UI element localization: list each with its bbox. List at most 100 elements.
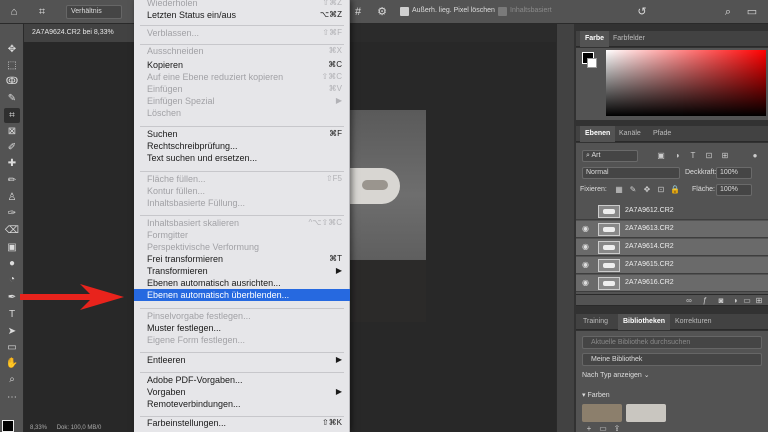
layer-row[interactable]: 2A7A9612.CR2 (576, 203, 768, 220)
ratio-select[interactable]: Verhältnis (66, 5, 122, 19)
new-group-icon[interactable]: ▭ (742, 296, 752, 306)
crop-tool-icon[interactable]: ⌗ (34, 4, 50, 20)
lock-artboard-icon[interactable]: ⊡ (656, 185, 666, 195)
library-folder-icon[interactable]: ▭ (598, 424, 608, 432)
menu-item[interactable]: Rechtschreibprüfung... (134, 140, 350, 152)
hand-tool-icon[interactable]: ✋ (4, 356, 20, 371)
filter-pixel-icon[interactable]: ▣ (656, 151, 666, 161)
delete-cropped-pixels-checkbox[interactable] (400, 7, 409, 16)
menu-item[interactable]: Ebenen automatisch ausrichten... (134, 277, 350, 289)
filter-toggle-icon[interactable]: ● (750, 151, 760, 161)
content-aware-checkbox[interactable] (498, 7, 507, 16)
menu-item[interactable]: Transformieren ▶ (134, 265, 350, 277)
tab-training[interactable]: Training (578, 314, 613, 330)
history-brush-tool-icon[interactable]: ✑ (4, 206, 20, 221)
more-tools-icon[interactable]: ⋯ (4, 390, 20, 405)
menu-item[interactable]: Frei transformieren ⌘T (134, 253, 350, 265)
visibility-eye-icon[interactable]: ◉ (582, 242, 589, 251)
home-icon[interactable]: ⌂ (6, 4, 22, 20)
lock-transparent-icon[interactable]: ▦ (614, 185, 624, 195)
menu-item[interactable]: Entleeren ▶ (134, 354, 350, 366)
foreground-color-swatch[interactable] (2, 420, 14, 432)
color-picker-field[interactable] (606, 50, 766, 116)
library-search-input[interactable]: Aktuelle Bibliothek durchsuchen (582, 336, 762, 349)
layer-row[interactable]: ◉ 2A7A9616.CR2 (576, 275, 768, 292)
menu-item[interactable]: Ebenen automatisch überblenden... (134, 289, 350, 301)
frame-tool-icon[interactable]: ⊠ (4, 124, 20, 139)
search-icon[interactable]: ⌕ (720, 4, 736, 20)
path-select-tool-icon[interactable]: ➤ (4, 324, 20, 339)
library-sort-select[interactable]: Nach Typ anzeigen ⌄ (582, 370, 650, 382)
eyedropper-tool-icon[interactable]: ✐ (4, 140, 20, 155)
filter-shape-icon[interactable]: ⊡ (704, 151, 714, 161)
link-layers-icon[interactable]: ∞ (684, 296, 694, 306)
layer-row[interactable]: ◉ 2A7A9613.CR2 (576, 221, 768, 238)
visibility-eye-icon[interactable]: ◉ (582, 260, 589, 269)
layer-filter-select[interactable]: ⌕ Art (582, 150, 638, 162)
layer-row[interactable]: ◉ 2A7A9614.CR2 (576, 239, 768, 256)
move-tool-icon[interactable]: ✥ (4, 42, 20, 57)
blur-tool-icon[interactable]: ● (4, 256, 20, 271)
library-add-icon[interactable]: + (584, 424, 594, 432)
brush-tool-icon[interactable]: ✏ (4, 173, 20, 188)
marquee-tool-icon[interactable]: ⬚ (4, 58, 20, 73)
type-tool-icon[interactable]: T (4, 307, 20, 322)
layer-name: 2A7A9616.CR2 (625, 279, 674, 286)
zoom-tool-icon[interactable]: ⌕ (4, 372, 20, 387)
library-color-swatch-1[interactable] (582, 404, 622, 422)
menu-item[interactable]: Farbeinstellungen... ⇧⌘K (134, 417, 350, 429)
tab-kanaele[interactable]: Kanäle (614, 126, 646, 142)
workspace-icon[interactable]: ▭ (744, 4, 760, 20)
adjustment-layer-icon[interactable]: ◑ (730, 296, 740, 306)
menu-item[interactable]: Letzten Status ein/aus ⌥⌘Z (134, 9, 350, 21)
tab-farbe[interactable]: Farbe (580, 31, 610, 47)
tab-bibliotheken[interactable]: Bibliotheken (618, 314, 671, 330)
grid-overlay-icon[interactable]: # (350, 4, 366, 20)
lock-image-icon[interactable]: ✎ (628, 185, 638, 195)
tab-korrekturen[interactable]: Korrekturen (670, 314, 717, 330)
menu-item[interactable]: Kopieren ⌘C (134, 59, 350, 71)
tab-farbfelder[interactable]: Farbfelder (608, 31, 650, 47)
opacity-input[interactable]: 100% (716, 167, 752, 179)
dodge-tool-icon[interactable]: ◔ (4, 272, 20, 287)
fill-input[interactable]: 100% (716, 184, 752, 196)
new-layer-icon[interactable]: ⊞ (754, 296, 764, 306)
tab-ebenen[interactable]: Ebenen (580, 126, 616, 142)
menu-item[interactable]: Muster festlegen... (134, 322, 350, 334)
clone-stamp-tool-icon[interactable]: ♙ (4, 190, 20, 205)
pen-tool-icon[interactable]: ✒ (4, 290, 20, 305)
lock-all-icon[interactable]: 🔒 (670, 185, 680, 195)
gear-icon[interactable]: ⚙ (374, 4, 390, 20)
gradient-tool-icon[interactable]: ▣ (4, 240, 20, 255)
lasso-tool-icon[interactable]: ↂ (4, 74, 20, 89)
reset-icon[interactable]: ↺ (634, 4, 650, 20)
layer-row[interactable]: ◉ 2A7A9615.CR2 (576, 257, 768, 274)
menu-item[interactable]: Remoteverbindungen... (134, 398, 350, 410)
rectangle-tool-icon[interactable]: ▭ (4, 340, 20, 355)
crop-tool-icon[interactable]: ⌗ (4, 108, 20, 123)
document-tab[interactable]: 2A7A9624.CR2 bei 8,33% (24, 24, 136, 42)
filter-adjust-icon[interactable]: ◑ (672, 151, 682, 161)
menu-item[interactable]: Suchen ⌘F (134, 128, 350, 140)
menu-item[interactable]: Vorgaben ▶ (134, 386, 350, 398)
menu-item[interactable]: Text suchen und ersetzen... (134, 152, 350, 164)
add-mask-icon[interactable]: ◙ (716, 296, 726, 306)
library-upload-icon[interactable]: ⇪ (612, 424, 622, 432)
library-select[interactable]: Meine Bibliothek (582, 353, 762, 366)
layer-style-icon[interactable]: ƒ (700, 296, 710, 306)
quick-select-tool-icon[interactable]: ✎ (4, 91, 20, 106)
filter-smart-icon[interactable]: ⊞ (720, 151, 730, 161)
library-section-header[interactable]: ▾ Farben (582, 390, 610, 402)
library-color-swatch-2[interactable] (626, 404, 666, 422)
healing-brush-tool-icon[interactable]: ✚ (4, 156, 20, 171)
color-panel-background[interactable] (587, 58, 597, 68)
lock-position-icon[interactable]: ✥ (642, 185, 652, 195)
filter-type-icon[interactable]: T (688, 151, 698, 161)
menu-item[interactable]: Adobe PDF-Vorgaben... (134, 374, 350, 386)
visibility-eye-icon[interactable]: ◉ (582, 278, 589, 287)
document-image[interactable] (348, 110, 426, 322)
visibility-eye-icon[interactable]: ◉ (582, 224, 589, 233)
blend-mode-select[interactable]: Normal (582, 167, 680, 179)
eraser-tool-icon[interactable]: ⌫ (4, 223, 20, 238)
tab-pfade[interactable]: Pfade (648, 126, 676, 142)
